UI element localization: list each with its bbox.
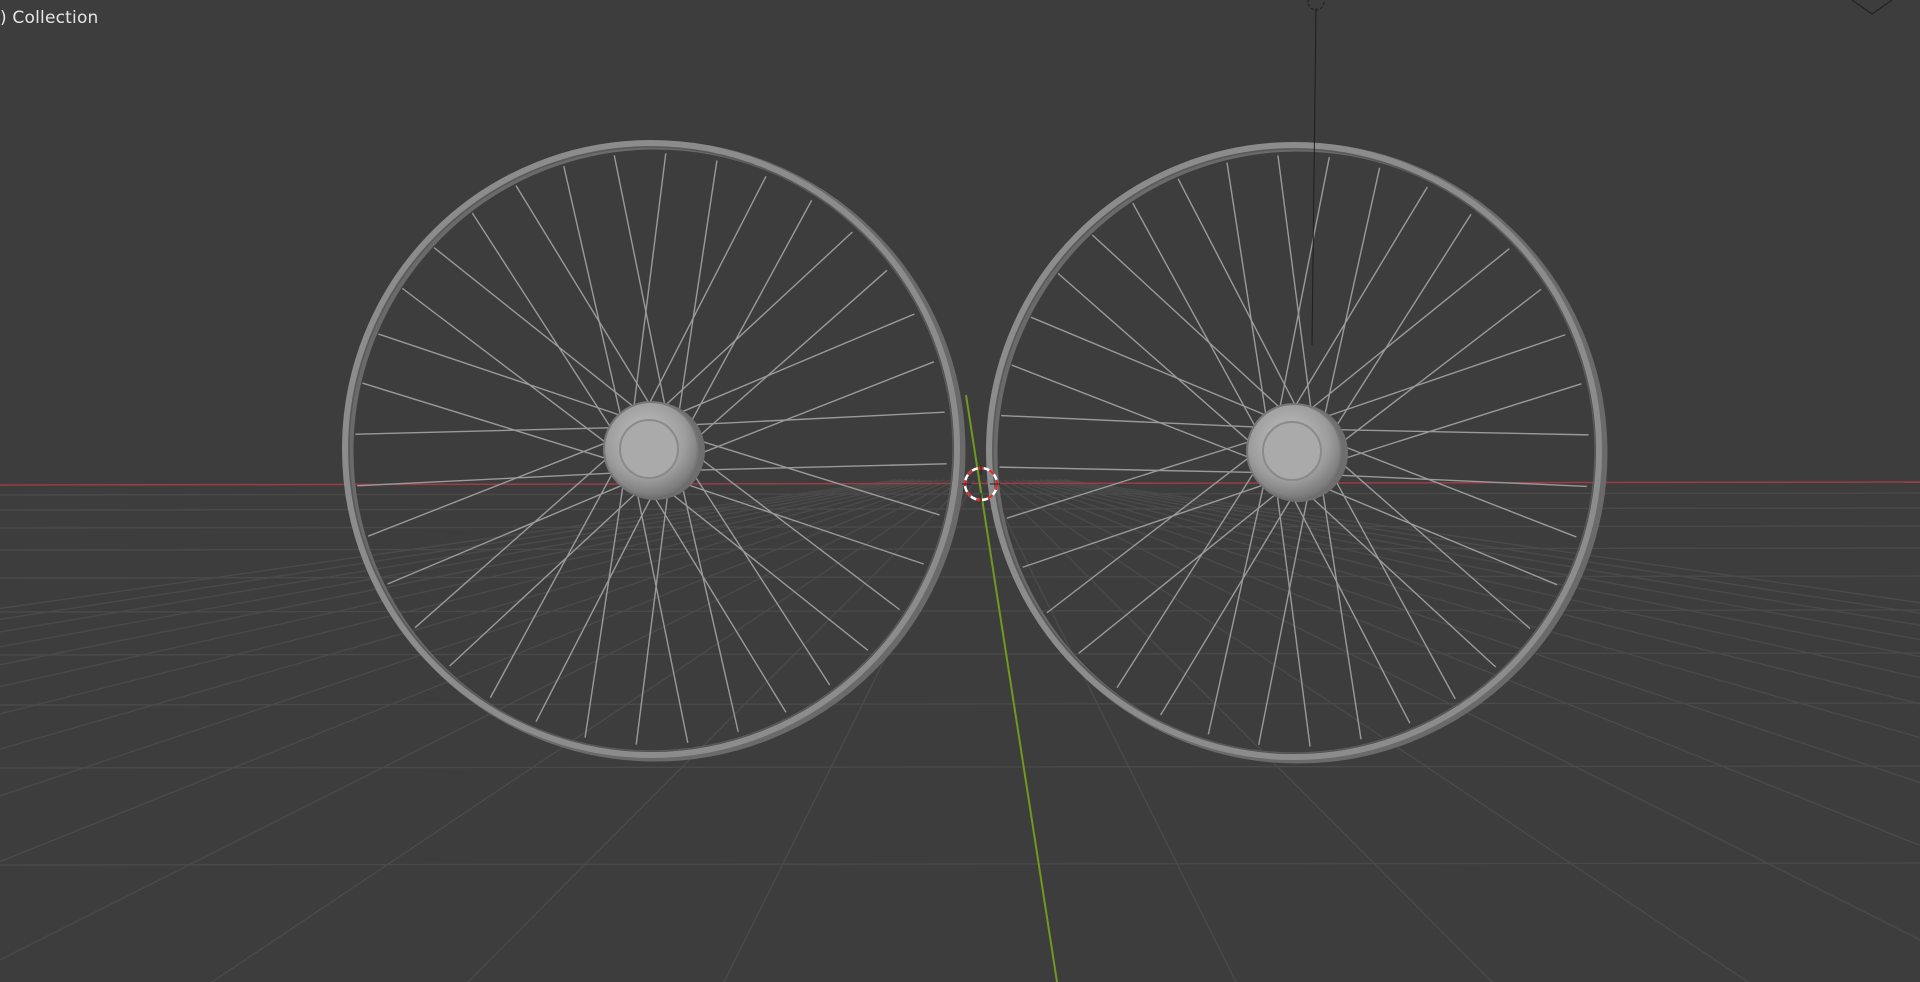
- spoke: [632, 153, 667, 416]
- spoke: [676, 160, 718, 422]
- grid-line: [0, 609, 1920, 613]
- spoke: [1331, 288, 1542, 451]
- spoke: [1301, 487, 1497, 668]
- spoke: [489, 465, 618, 698]
- spoke: [1323, 473, 1587, 488]
- wheel-right[interactable]: [986, 142, 1608, 764]
- spoke: [471, 212, 617, 436]
- spoke: [688, 449, 901, 611]
- grid-line: [0, 702, 1920, 706]
- hub-cap: [1262, 421, 1322, 481]
- spoke: [1277, 155, 1313, 418]
- spoke: [1315, 334, 1566, 421]
- spoke: [1177, 178, 1301, 414]
- grid-line: [0, 479, 939, 750]
- spoke: [355, 426, 620, 435]
- wheel-left[interactable]: [342, 140, 966, 762]
- light-icon[interactable]: [1307, 0, 1325, 346]
- spoke: [535, 486, 658, 723]
- grid-line: [0, 765, 1920, 769]
- spoke: [378, 333, 630, 419]
- spoke: [999, 466, 1263, 474]
- spoke: [1132, 202, 1261, 436]
- spoke: [1257, 485, 1311, 746]
- spoke: [1325, 428, 1589, 436]
- spoke: [1330, 440, 1577, 538]
- spoke: [687, 361, 935, 460]
- hub-cap: [619, 419, 679, 479]
- spoke: [1011, 364, 1258, 462]
- spoke: [670, 313, 915, 418]
- 3d-viewport[interactable]: ) Collection: [0, 0, 1920, 982]
- grid-line: [0, 479, 945, 797]
- spoke: [1091, 234, 1287, 415]
- spoke: [515, 185, 655, 412]
- grid-line: [1009, 479, 1920, 847]
- grid-line: [0, 547, 1920, 551]
- spoke: [563, 165, 624, 425]
- spoke: [658, 231, 853, 413]
- spoke: [367, 438, 615, 537]
- spoke: [682, 463, 947, 472]
- camera-icon[interactable]: [1851, 0, 1893, 15]
- spoke: [680, 411, 945, 426]
- spoke: [1275, 484, 1311, 747]
- spoke: [1001, 414, 1265, 429]
- grid-line: [0, 862, 1920, 866]
- floor-grid: [0, 479, 1920, 982]
- grid-line: [0, 479, 933, 715]
- spoke: [613, 155, 668, 415]
- spoke: [1290, 186, 1428, 414]
- grid-line: [210, 479, 963, 982]
- spoke: [1321, 167, 1381, 426]
- spoke: [449, 485, 644, 667]
- spoke: [584, 476, 626, 738]
- spoke: [1328, 213, 1472, 438]
- grid-line: [0, 479, 957, 961]
- spoke: [1277, 156, 1331, 417]
- grid-line: [1063, 479, 1920, 604]
- spoke: [362, 382, 616, 462]
- spoke: [1329, 383, 1582, 464]
- spoke: [401, 287, 614, 449]
- grid-line: [1057, 479, 1920, 614]
- grid-line: [0, 525, 1920, 529]
- viewport-scene[interactable]: [0, 0, 1920, 982]
- grid-line: [997, 479, 1750, 982]
- spoke: [686, 436, 940, 516]
- grid-line: [1015, 479, 1920, 784]
- spoke: [644, 175, 767, 412]
- spoke: [684, 200, 813, 433]
- spoke: [1046, 451, 1257, 614]
- spoke: [635, 482, 670, 745]
- grid-line: [1021, 479, 1920, 739]
- collection-label: ) Collection: [0, 8, 99, 28]
